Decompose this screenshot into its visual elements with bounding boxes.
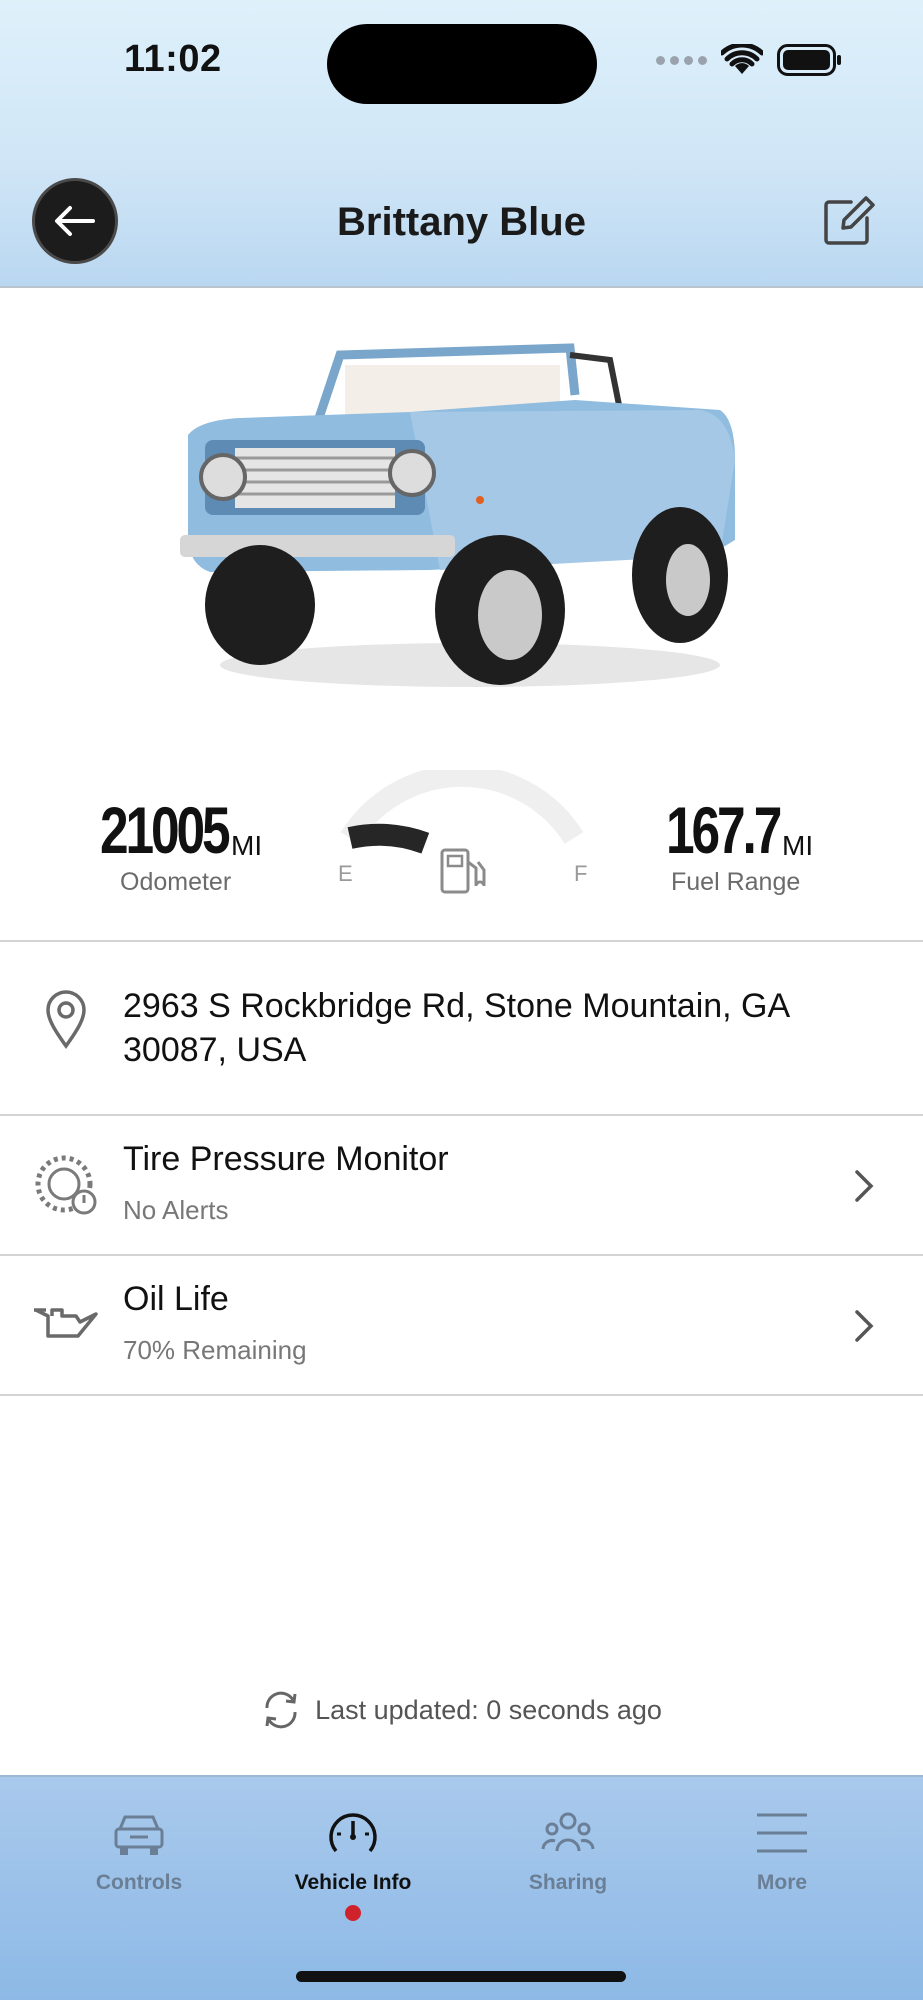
oil-can-icon <box>34 1308 98 1338</box>
tab-label: More <box>756 1871 808 1894</box>
people-icon <box>541 1812 595 1852</box>
divider <box>0 940 923 942</box>
dynamic-island <box>327 24 597 104</box>
speedometer-icon <box>329 1813 377 1853</box>
fuel-full-label: F <box>574 861 587 886</box>
vehicle-location-address[interactable]: 2963 S Rockbridge Rd, Stone Mountain, GA… <box>123 984 883 1072</box>
refresh-icon <box>265 1691 297 1729</box>
fuel-pump-icon <box>440 848 486 894</box>
edit-icon[interactable] <box>821 194 875 248</box>
divider <box>0 1114 923 1116</box>
odometer-label: Odometer <box>120 868 232 896</box>
tire-pressure-title: Tire Pressure Monitor <box>123 1140 449 1178</box>
fuel-range-unit: MI <box>782 830 814 861</box>
tire-pressure-icon <box>35 1155 97 1215</box>
location-pin-icon <box>46 990 86 1050</box>
odometer-value: 21005 <box>100 793 231 867</box>
wifi-icon <box>721 44 763 74</box>
status-time: 11:02 <box>124 38 222 80</box>
tab-bar: Controls Vehicle Info Sharing More <box>0 1775 923 2000</box>
tab-label: Sharing <box>528 1871 608 1894</box>
chevron-right-icon <box>855 1170 874 1202</box>
tab-label: Vehicle Info <box>294 1871 412 1894</box>
fuel-range-label: Fuel Range <box>671 868 801 896</box>
tab-label: Controls <box>95 1871 183 1894</box>
cellular-signal-icon <box>656 55 707 65</box>
active-tab-indicator <box>345 1905 361 1921</box>
battery-icon <box>777 44 841 76</box>
oil-life-status: 70% Remaining <box>123 1335 307 1365</box>
odometer-unit: MI <box>231 830 263 861</box>
tab-vehicle-info[interactable]: Vehicle Info <box>253 1807 453 1921</box>
tab-more[interactable]: More <box>682 1807 882 1895</box>
divider <box>0 1254 923 1256</box>
chevron-right-icon <box>855 1310 874 1342</box>
car-icon <box>114 1815 164 1855</box>
tab-sharing[interactable]: Sharing <box>468 1807 668 1895</box>
fuel-empty-label: E <box>338 861 353 886</box>
header-bar: 11:02 Brittany Blue <box>0 0 923 288</box>
status-icons <box>656 44 843 76</box>
page-title: Brittany Blue <box>337 200 586 244</box>
fuel-gauge: E F <box>338 770 587 894</box>
oil-life-title: Oil Life <box>123 1280 229 1318</box>
vehicle-image <box>180 343 735 687</box>
home-indicator[interactable] <box>296 1971 626 1982</box>
last-updated[interactable]: Last updated: 0 seconds ago <box>0 1690 923 1730</box>
divider <box>0 1394 923 1396</box>
tire-pressure-status: No Alerts <box>123 1195 229 1225</box>
menu-icon <box>757 1813 807 1853</box>
fuel-range-value: 167.7 <box>666 793 782 867</box>
tab-controls[interactable]: Controls <box>39 1807 239 1895</box>
last-updated-text: Last updated: 0 seconds ago <box>315 1694 662 1725</box>
